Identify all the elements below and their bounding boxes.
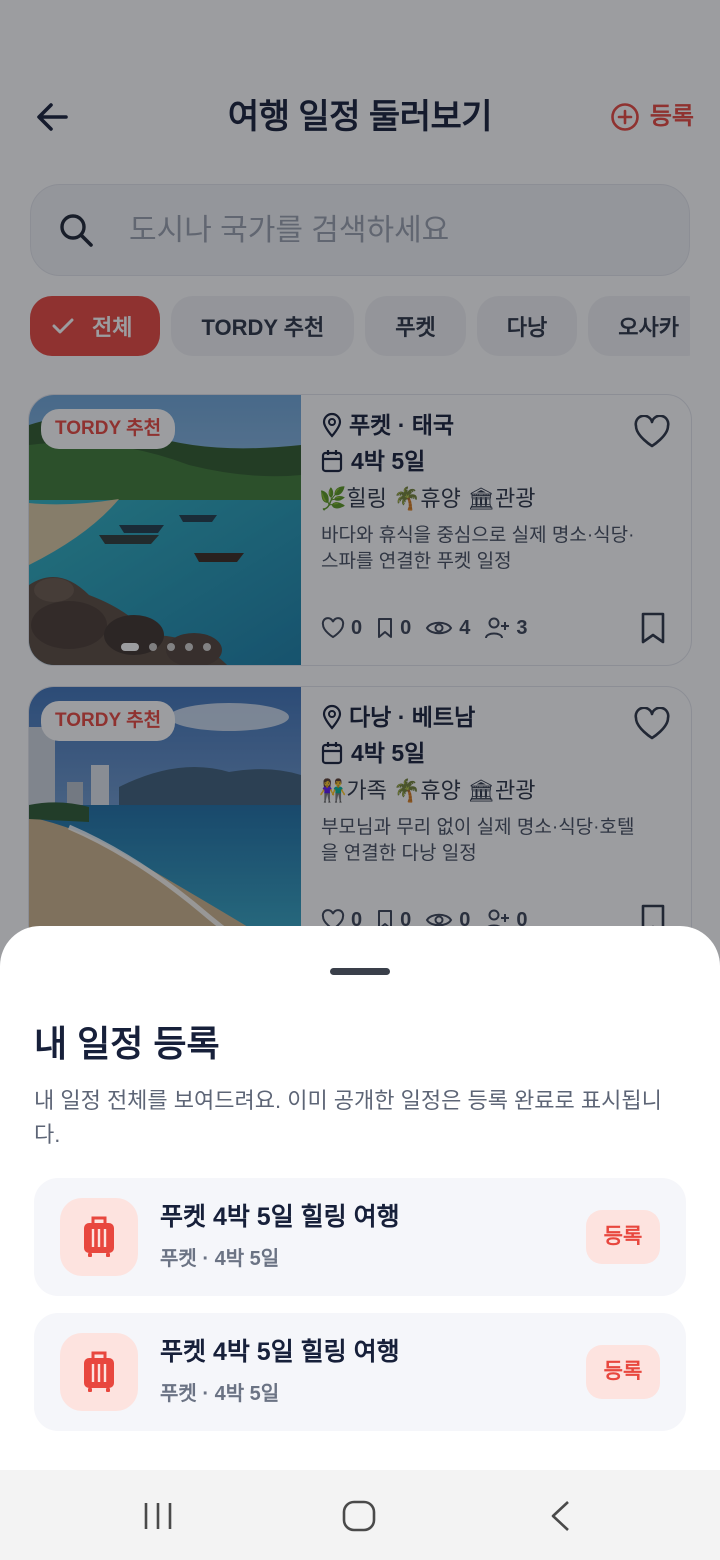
system-nav-bar: [0, 1470, 720, 1560]
sheet-description: 내 일정 전체를 보여드려요. 이미 공개한 일정은 등록 완료로 표시됩니다.: [34, 1088, 662, 1147]
trip-icon-box: [60, 1333, 138, 1411]
home-button[interactable]: [342, 1500, 376, 1537]
recent-apps-icon: [144, 1503, 172, 1529]
home-icon: [342, 1500, 376, 1532]
sheet-title: 내 일정 등록: [34, 1023, 220, 1064]
my-trip-item[interactable]: 푸켓 4박 5일 힐링 여행 푸켓 · 4박 5일 등록: [34, 1313, 686, 1431]
suitcase-icon: [84, 1351, 114, 1392]
my-trip-meta: 푸켓 · 4박 5일: [160, 1383, 280, 1405]
back-nav-icon: [551, 1501, 569, 1531]
my-trip-name: 푸켓 4박 5일 힐링 여행: [160, 1338, 400, 1366]
register-trip-button[interactable]: 등록: [586, 1210, 660, 1264]
my-trip-meta: 푸켓 · 4박 5일: [160, 1248, 280, 1270]
register-trip-button[interactable]: 등록: [586, 1345, 660, 1399]
suitcase-icon: [84, 1216, 114, 1257]
trip-icon-box: [60, 1198, 138, 1276]
sheet-drag-handle[interactable]: [330, 968, 390, 975]
back-nav-button[interactable]: [548, 1500, 572, 1537]
recent-apps-button[interactable]: [142, 1500, 174, 1537]
my-trip-name: 푸켓 4박 5일 힐링 여행: [160, 1203, 400, 1231]
my-trip-item[interactable]: 푸켓 4박 5일 힐링 여행 푸켓 · 4박 5일 등록: [34, 1178, 686, 1296]
register-bottom-sheet: 내 일정 등록 내 일정 전체를 보여드려요. 이미 공개한 일정은 등록 완료…: [0, 926, 720, 1470]
